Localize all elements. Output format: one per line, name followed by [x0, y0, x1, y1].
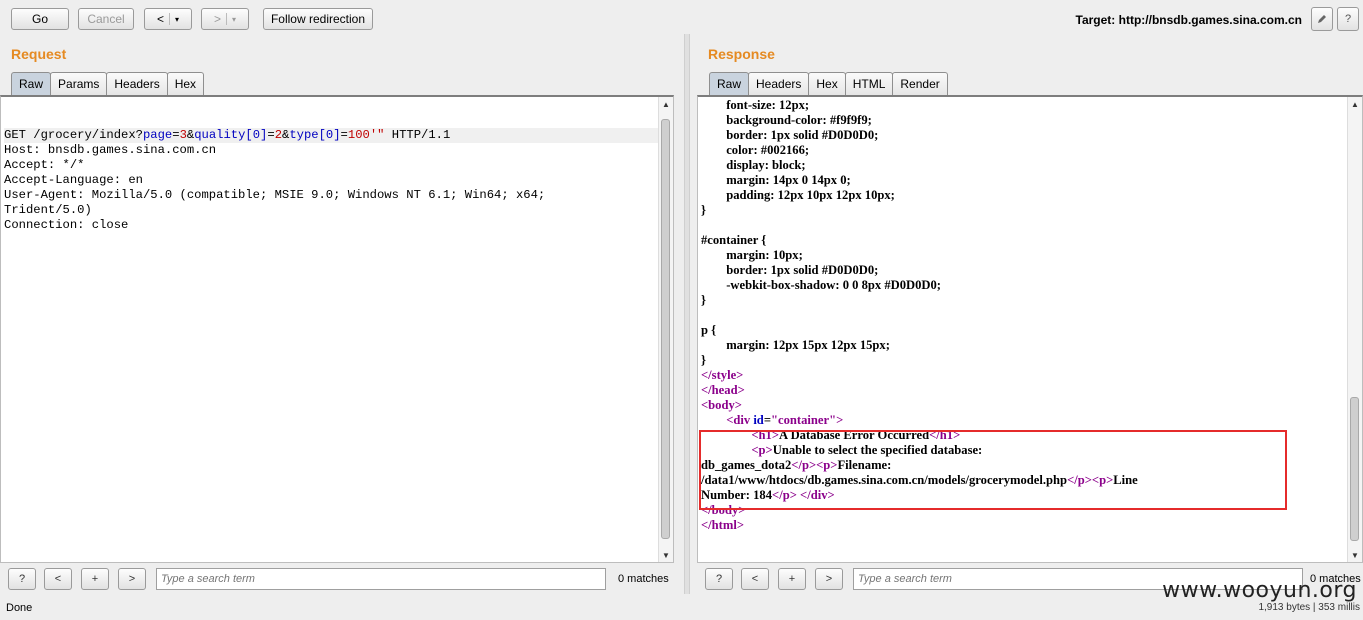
response-search-prev-button[interactable]: < — [741, 568, 769, 590]
request-editor[interactable]: GET /grocery/index?page=3&quality[0]=2&t… — [0, 95, 674, 563]
request-text: GET /grocery/index?page=3&quality[0]=2&t… — [4, 98, 659, 248]
cancel-button[interactable]: Cancel — [78, 8, 134, 30]
error-highlight-box — [699, 430, 1287, 510]
request-scrollbar[interactable]: ▲ ▼ — [658, 97, 673, 562]
request-tabs: Raw Params Headers Hex — [11, 72, 205, 95]
close-html-tag: </html> — [701, 518, 745, 532]
pane-divider[interactable] — [684, 34, 690, 594]
close-head-tag: </head> — [701, 383, 745, 397]
request-tab-raw[interactable]: Raw — [11, 72, 52, 95]
pencil-icon — [1318, 15, 1326, 23]
forward-dropdown-icon[interactable]: ▾ — [232, 15, 236, 24]
response-tabs: Raw Headers Hex HTML Render — [709, 72, 948, 95]
response-size-time: 1,913 bytes | 353 millis — [1258, 602, 1360, 613]
response-tab-raw[interactable]: Raw — [709, 72, 750, 95]
forward-button[interactable]: > ▾ — [201, 8, 249, 30]
response-tab-headers[interactable]: Headers — [748, 72, 810, 95]
scroll-down-icon[interactable]: ▼ — [1348, 548, 1362, 562]
scroll-down-icon[interactable]: ▼ — [659, 548, 673, 562]
request-line: GET /grocery/index?page=3&quality[0]=2&t… — [4, 128, 659, 143]
scroll-up-icon[interactable]: ▲ — [659, 97, 673, 111]
go-button[interactable]: Go — [11, 8, 69, 30]
edit-target-button[interactable] — [1311, 7, 1333, 31]
response-tab-html[interactable]: HTML — [844, 72, 894, 95]
request-search-add-button[interactable]: + — [81, 568, 109, 590]
request-search-help-button[interactable]: ? — [8, 568, 36, 590]
follow-redirection-button[interactable]: Follow redirection — [263, 8, 373, 30]
request-headers-text: Host: bnsdb.games.sina.com.cn Accept: */… — [4, 143, 546, 232]
forward-arrow-icon: > — [213, 12, 221, 26]
target-label: Target: http://bnsdb.games.sina.com.cn — [1075, 13, 1302, 27]
back-dropdown-icon[interactable]: ▾ — [175, 15, 179, 24]
response-tab-hex[interactable]: Hex — [808, 72, 846, 95]
watermark-text: www.wooyun.org — [1162, 578, 1357, 603]
close-style-tag: </style> — [701, 368, 744, 382]
request-search-next-button[interactable]: > — [118, 568, 146, 590]
response-editor[interactable]: font-size: 12px; background-color: #f9f9… — [697, 95, 1363, 563]
response-search-help-button[interactable]: ? — [705, 568, 733, 590]
request-title: Request — [11, 46, 67, 62]
response-scrollbar[interactable]: ▲ ▼ — [1347, 97, 1362, 562]
response-scroll-thumb[interactable] — [1350, 397, 1359, 541]
response-search-add-button[interactable]: + — [778, 568, 806, 590]
back-button[interactable]: < ▾ — [144, 8, 192, 30]
request-matches-count: 0 matches — [618, 573, 669, 585]
back-arrow-icon: < — [156, 12, 164, 26]
response-css-block: font-size: 12px; background-color: #f9f9… — [701, 98, 941, 367]
request-tab-headers[interactable]: Headers — [106, 72, 168, 95]
request-search-prev-button[interactable]: < — [44, 568, 72, 590]
open-body-tag: <body> — [701, 398, 742, 412]
response-title: Response — [708, 46, 775, 62]
request-tab-params[interactable]: Params — [50, 72, 108, 95]
help-button[interactable]: ? — [1337, 7, 1359, 31]
status-text: Done — [6, 602, 33, 614]
scroll-up-icon[interactable]: ▲ — [1348, 97, 1362, 111]
response-search-next-button[interactable]: > — [815, 568, 843, 590]
request-search-input[interactable] — [156, 568, 606, 590]
request-scroll-thumb[interactable] — [661, 119, 670, 539]
response-tab-render[interactable]: Render — [892, 72, 948, 95]
request-tab-hex[interactable]: Hex — [166, 72, 205, 95]
